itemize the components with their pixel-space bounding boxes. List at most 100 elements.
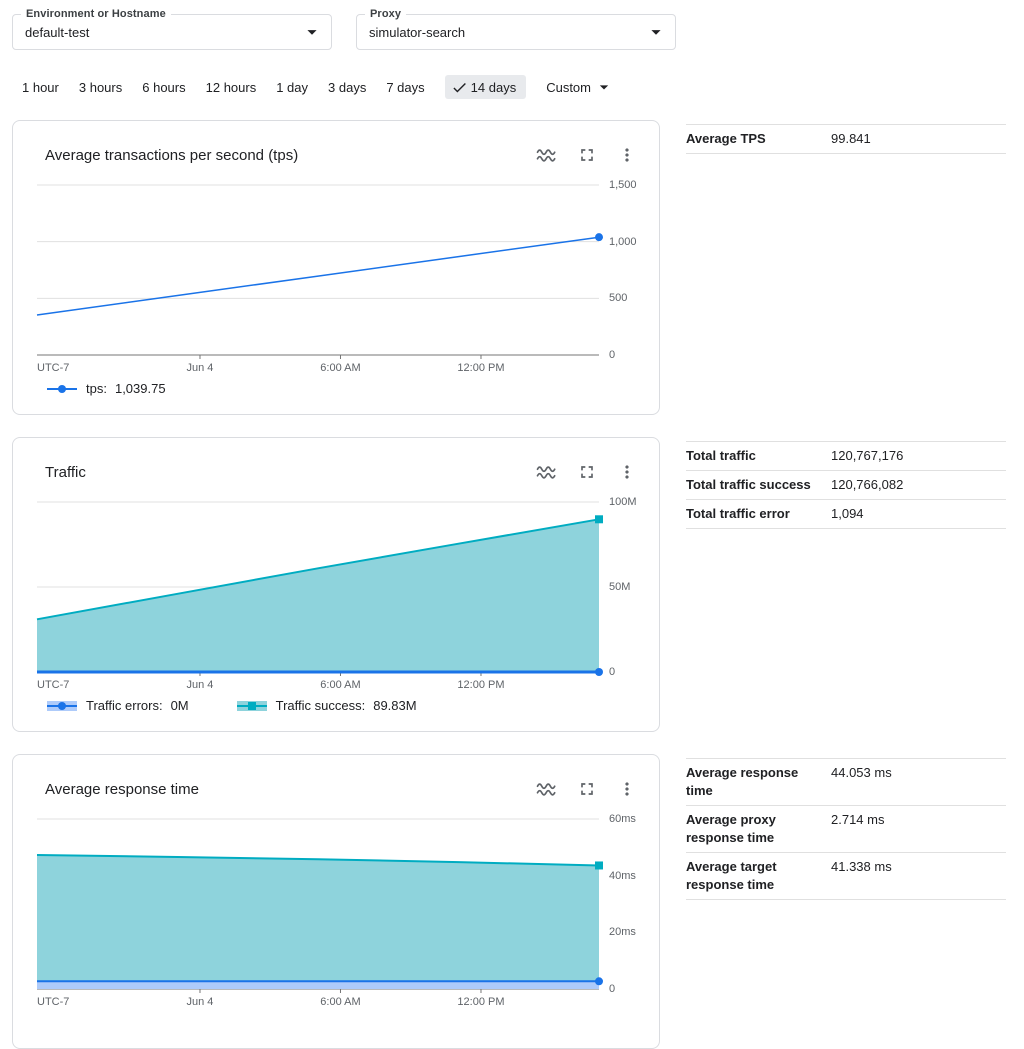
more-options-button[interactable] bbox=[615, 777, 639, 801]
fullscreen-icon bbox=[577, 145, 597, 165]
stat-value: 120,767,176 bbox=[831, 447, 903, 465]
fullscreen-icon bbox=[577, 779, 597, 799]
environment-select-label: Environment or Hostname bbox=[21, 8, 171, 21]
x-axis-label: UTC-7 bbox=[37, 996, 69, 1008]
time-range-label: 3 days bbox=[328, 80, 366, 95]
time-range-1-hour[interactable]: 1 hour bbox=[22, 75, 59, 99]
chart-canvas bbox=[37, 185, 599, 355]
y-axis-label: 100M bbox=[609, 496, 637, 508]
proxy-select-label: Proxy bbox=[365, 8, 406, 21]
chart-type-icon bbox=[535, 143, 559, 167]
more-options-button[interactable] bbox=[615, 460, 639, 484]
time-range-14-days[interactable]: 14 days bbox=[445, 75, 527, 99]
x-axis-label: 12:00 PM bbox=[457, 996, 504, 1008]
time-range-label: 3 hours bbox=[79, 80, 122, 95]
environment-select-value: default-test bbox=[25, 25, 301, 40]
chart-card-traffic: Traffic100M50M0UTC-7Jun 46:00 AM12:00 PM… bbox=[12, 437, 660, 732]
chart-card-header: Average response time bbox=[13, 755, 659, 801]
chart-canvas bbox=[37, 819, 599, 989]
time-range-3-days[interactable]: 3 days bbox=[328, 75, 366, 99]
time-range-label: 1 day bbox=[276, 80, 308, 95]
stat-value: 1,094 bbox=[831, 505, 864, 523]
chart-type-button[interactable] bbox=[535, 777, 559, 801]
legend-item-traffic-errors: Traffic errors:0M bbox=[47, 698, 189, 713]
x-axis-label: 12:00 PM bbox=[457, 679, 504, 691]
chart-type-icon bbox=[535, 777, 559, 801]
stat-value: 41.338 ms bbox=[831, 858, 892, 876]
y-axis-label: 0 bbox=[609, 666, 615, 678]
caret-down-icon bbox=[645, 21, 667, 43]
chart-type-icon bbox=[535, 460, 559, 484]
time-range-custom[interactable]: Custom bbox=[546, 75, 614, 99]
x-axis-label: UTC-7 bbox=[37, 679, 69, 691]
stat-label: Average target response time bbox=[686, 858, 831, 894]
fullscreen-button[interactable] bbox=[575, 777, 599, 801]
chart-card-response-time: Average response time60ms40ms20ms0UTC-7J… bbox=[12, 754, 660, 1049]
legend-item-tps: tps:1,039.75 bbox=[47, 381, 166, 396]
proxy-performance-dashboard: Environment or Hostname default-test Pro… bbox=[0, 0, 1024, 1003]
time-range-1-day[interactable]: 1 day bbox=[276, 75, 308, 99]
time-range-12-hours[interactable]: 12 hours bbox=[206, 75, 257, 99]
time-range-label: Custom bbox=[546, 80, 591, 95]
proxy-select[interactable]: Proxy simulator-search bbox=[356, 14, 676, 50]
stat-row: Total traffic success120,766,082 bbox=[686, 471, 1006, 500]
fullscreen-icon bbox=[577, 462, 597, 482]
chart-legend: Traffic errors:0M Traffic success: 89.83M bbox=[47, 698, 659, 713]
chart-actions bbox=[535, 460, 639, 484]
more-options-button[interactable] bbox=[615, 143, 639, 167]
stat-label: Average TPS bbox=[686, 130, 831, 148]
more-options-icon bbox=[617, 145, 637, 165]
x-axis-label: Jun 4 bbox=[187, 996, 214, 1008]
stat-value: 44.053 ms bbox=[831, 764, 892, 782]
time-range-label: 14 days bbox=[471, 80, 517, 95]
legend-swatch bbox=[47, 700, 77, 712]
y-axis-label: 50M bbox=[609, 581, 630, 593]
time-range-7-days[interactable]: 7 days bbox=[386, 75, 424, 99]
stat-value: 120,766,082 bbox=[831, 476, 903, 494]
stat-label: Average proxy response time bbox=[686, 811, 831, 847]
fullscreen-button[interactable] bbox=[575, 143, 599, 167]
chart-plot-tps: 1,5001,0005000UTC-7Jun 46:00 AM12:00 PM bbox=[37, 185, 599, 355]
chart-type-button[interactable] bbox=[535, 460, 559, 484]
caret-down-icon bbox=[301, 21, 323, 43]
stat-row: Average TPS99.841 bbox=[686, 124, 1006, 154]
proxy-select-value: simulator-search bbox=[369, 25, 645, 40]
x-axis-label: 6:00 AM bbox=[320, 679, 360, 691]
y-axis-label: 40ms bbox=[609, 870, 636, 882]
caret-down-icon bbox=[645, 21, 667, 43]
legend-series-value: 1,039.75 bbox=[115, 381, 166, 396]
stat-label: Total traffic error bbox=[686, 505, 831, 523]
legend-series-value: 0M bbox=[171, 698, 189, 713]
stat-value: 99.841 bbox=[831, 130, 871, 148]
y-axis-label: 500 bbox=[609, 292, 627, 304]
environment-select[interactable]: Environment or Hostname default-test bbox=[12, 14, 332, 50]
stat-label: Total traffic success bbox=[686, 476, 831, 494]
time-range-label: 7 days bbox=[386, 80, 424, 95]
legend-swatch bbox=[237, 700, 267, 712]
check-icon bbox=[451, 79, 468, 96]
fullscreen-button[interactable] bbox=[575, 460, 599, 484]
y-axis-label: 0 bbox=[609, 349, 615, 361]
y-axis-label: 1,000 bbox=[609, 236, 637, 248]
time-range-3-hours[interactable]: 3 hours bbox=[79, 75, 122, 99]
legend-series-value: 89.83M bbox=[373, 698, 416, 713]
time-range-6-hours[interactable]: 6 hours bbox=[142, 75, 185, 99]
dashboard-row: Average transactions per second (tps)1,5… bbox=[12, 120, 1024, 415]
stat-label: Average response time bbox=[686, 764, 831, 800]
x-axis-label: UTC-7 bbox=[37, 362, 69, 374]
chart-type-button[interactable] bbox=[535, 143, 559, 167]
x-axis-label: Jun 4 bbox=[187, 362, 214, 374]
filter-bar: Environment or Hostname default-test Pro… bbox=[0, 0, 1024, 50]
x-axis-label: Jun 4 bbox=[187, 679, 214, 691]
chart-actions bbox=[535, 143, 639, 167]
legend-series-name: Traffic success: bbox=[276, 698, 366, 713]
y-axis-label: 60ms bbox=[609, 813, 636, 825]
x-axis-label: 6:00 AM bbox=[320, 362, 360, 374]
time-range-label: 12 hours bbox=[206, 80, 257, 95]
x-axis-label: 6:00 AM bbox=[320, 996, 360, 1008]
time-range-label: 1 hour bbox=[22, 80, 59, 95]
chart-canvas bbox=[37, 502, 599, 672]
stat-row: Total traffic error1,094 bbox=[686, 500, 1006, 529]
legend-swatch bbox=[47, 383, 77, 395]
y-axis-label: 1,500 bbox=[609, 179, 637, 191]
